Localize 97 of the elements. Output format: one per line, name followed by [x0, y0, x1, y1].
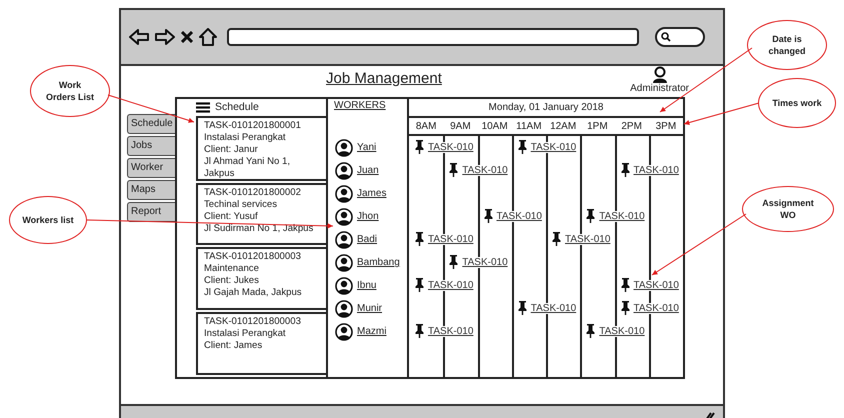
- work-order-text: Jl Gajah Mada, Jakpus: [204, 286, 303, 299]
- work-order-text: Instalasi Perangkat: [204, 132, 287, 144]
- task-link[interactable]: TASK-010: [530, 302, 578, 314]
- time-label: 10AM: [478, 118, 512, 136]
- time-label: 12AM: [546, 118, 580, 136]
- work-order-text: Client: Jukes: [204, 274, 260, 287]
- pushpin-icon: [415, 278, 424, 292]
- worker-link[interactable]: Jhon: [357, 211, 379, 222]
- worker-link[interactable]: Mazmi: [357, 326, 386, 337]
- home-icon[interactable]: [199, 28, 217, 46]
- task-link[interactable]: TASK-010: [632, 280, 680, 290]
- worker-link[interactable]: Juan: [357, 165, 379, 176]
- avatar-icon: [335, 276, 353, 294]
- task-link[interactable]: TASK-010: [530, 142, 578, 152]
- time-label: 2PM: [614, 118, 649, 136]
- pushpin-icon: [586, 324, 596, 338]
- worker-link[interactable]: Yani: [357, 142, 376, 153]
- work-order-text: TASK-0101201800001: [204, 120, 302, 132]
- nav-tab[interactable]: Worker: [127, 158, 175, 178]
- work-order-text: Instalasi Perangkat: [204, 328, 287, 340]
- search-icon: [661, 32, 671, 42]
- back-arrow-icon[interactable]: [129, 29, 149, 45]
- pushpin-icon: [586, 209, 596, 223]
- time-label: 11AM: [512, 118, 546, 136]
- avatar-icon: [335, 162, 353, 180]
- pushpin-icon: [620, 163, 630, 177]
- callout: Workers list: [9, 196, 87, 244]
- task-link[interactable]: TASK-010: [427, 326, 474, 336]
- work-order-text: Client: James: [204, 340, 264, 352]
- work-order-card[interactable]: TASK-0101201800003 Instalasi Perangkat Client: James: [196, 312, 326, 376]
- time-label: 1PM: [580, 118, 614, 136]
- work-order-text: TASK-0101201800003: [204, 250, 302, 263]
- time-label: 3PM: [648, 118, 683, 136]
- pushpin-icon: [518, 140, 527, 154]
- pushpin-icon: [620, 301, 630, 315]
- avatar-icon: [335, 230, 353, 248]
- pushpin-icon: [449, 255, 458, 269]
- task-link[interactable]: TASK-010: [427, 142, 474, 152]
- work-order-text: Techinal services: [204, 198, 278, 211]
- pushpin-icon: [620, 278, 630, 292]
- work-order-card[interactable]: TASK-0101201800001 Instalasi Perangkat Client: Janur Jl Ahmad Yani No 1, Jakpus: [196, 116, 326, 181]
- task-link[interactable]: TASK-010: [496, 210, 543, 222]
- work-order-text: Client: Janur: [204, 144, 259, 156]
- work-order-text: Client: Yusuf: [204, 210, 259, 223]
- avatar-icon: [335, 300, 353, 318]
- address-field[interactable]: [227, 28, 639, 46]
- task-link[interactable]: TASK-010: [461, 164, 509, 176]
- task-link[interactable]: TASK-010: [461, 256, 509, 268]
- callout: Date is changed: [747, 20, 827, 70]
- nav-tab[interactable]: Maps: [127, 180, 175, 200]
- avatar-icon: [335, 184, 353, 202]
- work-order-text: TASK-0101201800002: [204, 186, 302, 199]
- date-label: Monday, 01 January 2018: [488, 102, 604, 113]
- pushpin-icon: [484, 209, 492, 223]
- worker-link[interactable]: Ibnu: [357, 280, 376, 291]
- time-label: 8AM: [409, 118, 444, 136]
- avatar-icon: [335, 322, 353, 340]
- task-link[interactable]: TASK-010: [632, 164, 680, 176]
- pushpin-icon: [415, 324, 424, 338]
- worker-link[interactable]: Munir: [357, 303, 382, 314]
- pushpin-icon: [552, 232, 561, 246]
- pushpin-icon: [449, 163, 458, 177]
- user-name: Administrator: [630, 83, 689, 94]
- callout: Assignment WO: [742, 186, 834, 232]
- work-order-card[interactable]: TASK-0101201800003 Maintenance Client: Jukes Jl Gajah Mada, Jakpus: [196, 246, 326, 310]
- nav-tab[interactable]: Jobs: [127, 136, 175, 156]
- pushpin-icon: [518, 301, 527, 315]
- work-order-text: Maintenance: [204, 262, 260, 275]
- nav-tab[interactable]: Schedule: [127, 114, 175, 134]
- pushpin-icon: [415, 232, 424, 246]
- close-icon[interactable]: [181, 31, 193, 43]
- work-order-text: Jl Ahmad Yani No 1, Jakpus: [204, 156, 292, 180]
- callout: Work Orders List: [30, 65, 110, 117]
- avatar-icon: [335, 254, 353, 272]
- search-field[interactable]: [655, 27, 705, 47]
- workers-title: WORKERS: [334, 100, 387, 113]
- worker-link[interactable]: Bambang: [357, 257, 400, 268]
- worker-link[interactable]: Badi: [357, 234, 378, 245]
- work-order-text: TASK-0101201800003: [204, 316, 302, 328]
- task-link[interactable]: TASK-010: [564, 234, 612, 244]
- avatar-icon: [335, 138, 353, 156]
- menu-icon[interactable]: [196, 102, 210, 113]
- pushpin-icon: [415, 140, 424, 154]
- schedule-title: Schedule: [215, 101, 259, 114]
- nav-tab[interactable]: Report: [127, 202, 175, 222]
- avatar-icon: [335, 208, 353, 226]
- page-title: Job Management: [326, 70, 442, 87]
- time-label: 9AM: [443, 118, 478, 136]
- task-link[interactable]: TASK-010: [598, 326, 646, 336]
- task-link[interactable]: TASK-010: [598, 210, 646, 222]
- task-link[interactable]: TASK-010: [427, 280, 474, 290]
- user-icon: [650, 66, 669, 84]
- task-link[interactable]: TASK-010: [632, 302, 680, 314]
- callout: Times work: [758, 78, 836, 128]
- worker-link[interactable]: James: [357, 188, 386, 199]
- forward-arrow-icon[interactable]: [155, 29, 175, 45]
- task-link[interactable]: TASK-010: [427, 234, 474, 244]
